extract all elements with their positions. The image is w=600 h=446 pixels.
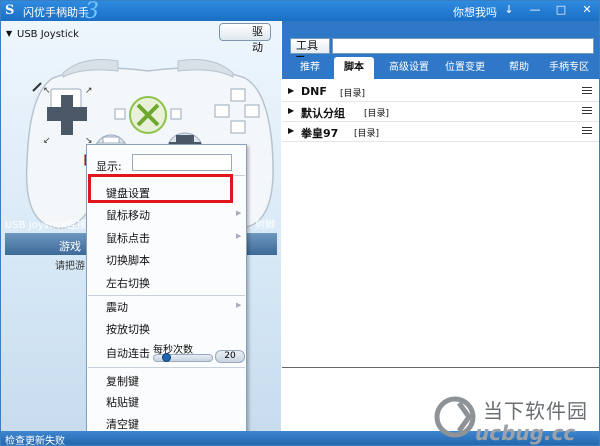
tab-advanced-settings[interactable]: 高级设置 — [382, 57, 436, 79]
display-label: 显示: — [96, 160, 122, 173]
svg-text:↖: ↖ — [43, 86, 51, 96]
driver-button[interactable]: 驱动 — [219, 23, 271, 54]
svg-text:↗: ↗ — [85, 86, 93, 96]
tab-position-change[interactable]: 位置变更 — [438, 57, 492, 79]
highlight-box — [88, 174, 233, 203]
list-item-name: 拳皇97 — [301, 127, 339, 140]
expand-triangle-icon[interactable]: ▶ — [288, 106, 294, 115]
list-item[interactable]: ▶ 默认分组 [目录] — [282, 102, 599, 122]
expand-triangle-icon[interactable]: ▶ — [288, 126, 294, 135]
menu-icon[interactable] — [582, 87, 592, 96]
menu-item-mouse-move[interactable]: 鼠标移动 — [106, 207, 150, 223]
menu-item-copy-key[interactable]: 复制键 — [106, 373, 139, 389]
right-panel: 工具 ▼ 推荐 脚本 高级设置 位置变更 帮助 手柄专区 ▶ DNF [目录] … — [282, 21, 599, 431]
menu-item-vibration[interactable]: 震动 — [106, 299, 128, 315]
submenu-arrow-icon: ▶ — [236, 232, 242, 240]
list-item-name: DNF — [301, 85, 327, 98]
slider-handle[interactable] — [162, 353, 172, 362]
submenu-arrow-icon: ▶ — [236, 301, 242, 309]
title-bar: S 闪优手柄助手 3 你想我吗 ↓ — □ ✕ — [1, 1, 599, 24]
list-item[interactable]: ▶ DNF [目录] — [282, 82, 599, 102]
menu-separator — [88, 367, 245, 368]
submenu-arrow-icon: ▶ — [236, 209, 242, 217]
watermark-en: ucbug.cc — [475, 421, 576, 445]
display-input[interactable] — [132, 154, 232, 171]
tab-game[interactable]: 游戏 — [59, 238, 81, 254]
toolbar: 工具 ▼ — [282, 21, 599, 66]
hint-text: 请把游 — [55, 261, 85, 272]
menu-separator — [88, 295, 245, 296]
status-text: 检查更新失败 — [5, 436, 65, 446]
panel-divider — [282, 367, 599, 368]
menu-item-clear-key[interactable]: 清空键 — [106, 416, 139, 432]
minimize-button[interactable]: — — [523, 2, 547, 19]
app-window: S 闪优手柄助手 3 你想我吗 ↓ — □ ✕ 驱动 ▼ USB Joystic… — [0, 0, 600, 446]
tools-input[interactable] — [332, 38, 594, 54]
list-item-tag: [目录] — [364, 109, 390, 119]
menu-item-paste-key[interactable]: 粘贴键 — [106, 394, 139, 410]
svg-text:↙: ↙ — [43, 136, 51, 146]
tab-gamepad-zone[interactable]: 手柄专区 — [540, 57, 598, 79]
list-item-tag: [目录] — [354, 129, 380, 139]
expand-triangle-icon[interactable]: ▶ — [288, 86, 294, 95]
app-logo-icon: S — [5, 3, 15, 18]
list-item[interactable]: ▶ 拳皇97 [目录] — [282, 122, 599, 142]
tools-dropdown[interactable]: 工具 ▼ — [290, 38, 330, 66]
menu-item-mouse-click[interactable]: 鼠标点击 — [106, 230, 150, 246]
menu-item-press-release-switch[interactable]: 按放切换 — [106, 321, 150, 337]
menu-item-auto-combo[interactable]: 自动连击 — [106, 345, 150, 361]
close-button[interactable]: ✕ — [575, 2, 599, 19]
menu-item-left-right-switch[interactable]: 左右切换 — [106, 275, 150, 291]
watermark-cn: 当下软件园 — [483, 399, 588, 423]
menu-icon[interactable] — [582, 127, 592, 136]
greeting-link[interactable]: 你想我吗 — [453, 4, 497, 20]
tab-help[interactable]: 帮助 — [500, 57, 538, 79]
tab-script[interactable]: 脚本 — [334, 57, 374, 79]
menu-item-switch-script[interactable]: 切换脚本 — [106, 252, 150, 268]
download-button[interactable]: ↓ — [497, 2, 521, 19]
app-title: 闪优手柄助手 — [23, 6, 89, 19]
joystick-label[interactable]: USB Joystick — [17, 29, 79, 40]
per-second-value[interactable]: 20 — [215, 350, 245, 363]
chevron-down-icon[interactable]: ▼ — [6, 29, 12, 38]
menu-icon[interactable] — [582, 107, 592, 116]
list-item-tag: [目录] — [340, 89, 366, 99]
per-second-slider[interactable] — [153, 353, 213, 362]
tab-bar: 推荐 脚本 高级设置 位置变更 帮助 手柄专区 — [282, 57, 599, 79]
watermark: 当下软件园 ucbug.cc — [429, 387, 599, 445]
list-item-name: 默认分组 — [301, 107, 345, 120]
maximize-button[interactable]: □ — [549, 2, 573, 19]
tab-recommend[interactable]: 推荐 — [288, 57, 332, 79]
watermark-logo-icon — [434, 396, 476, 438]
